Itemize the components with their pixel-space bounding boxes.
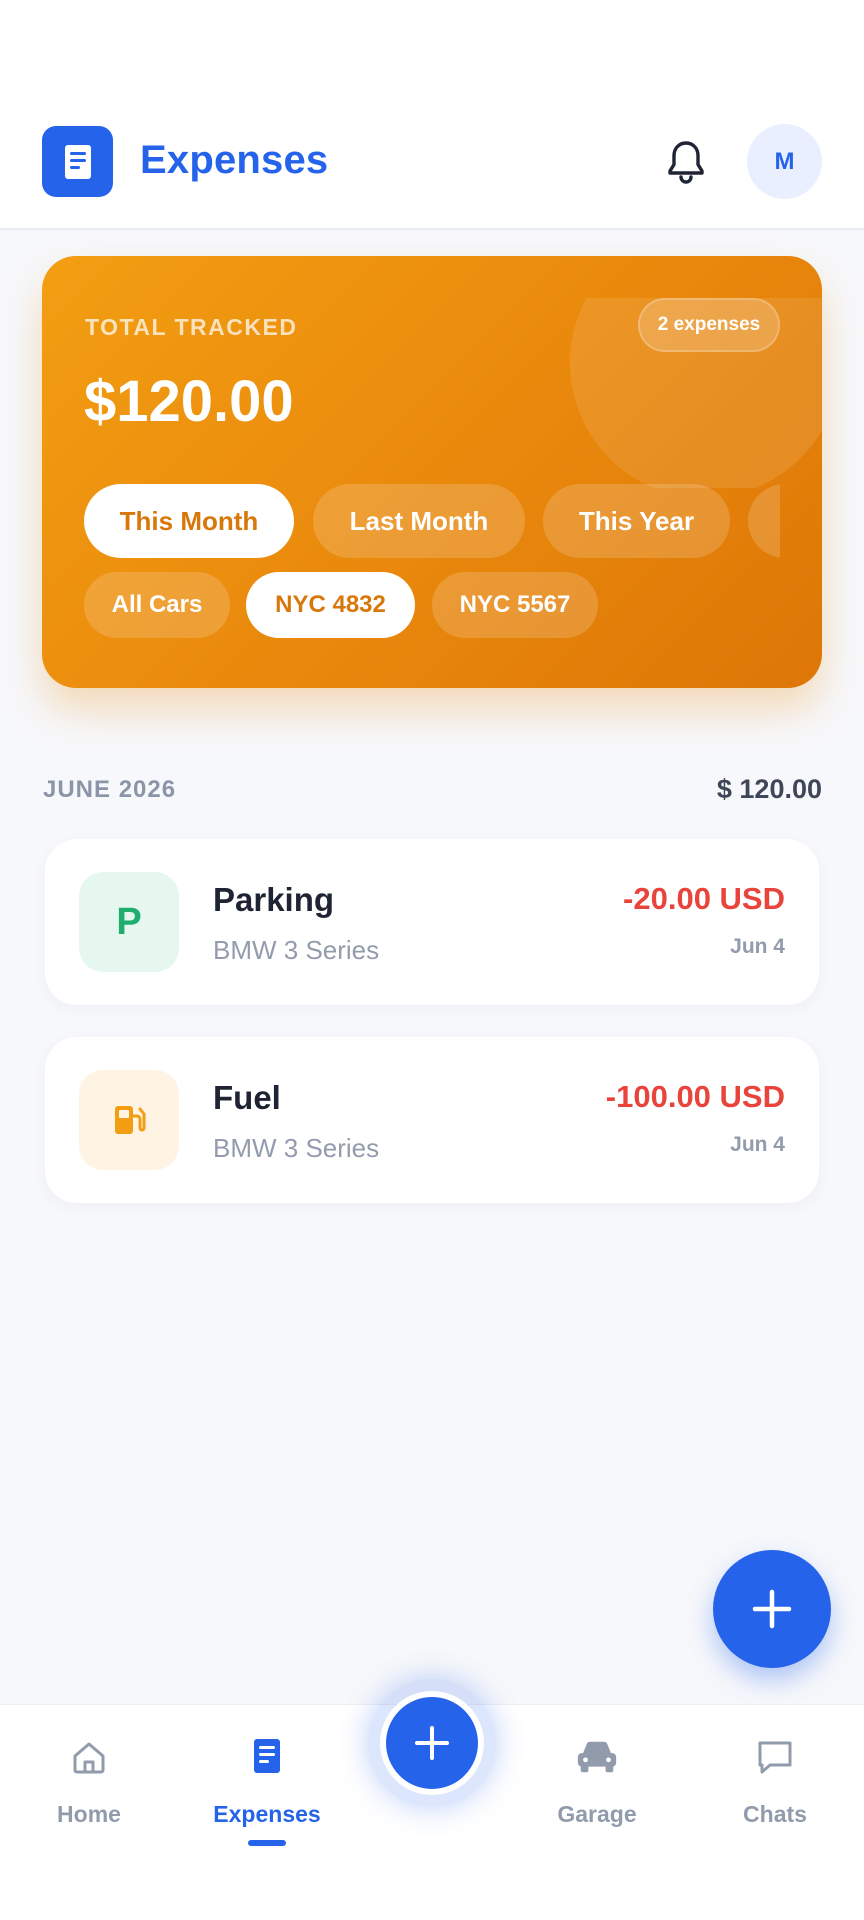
center-add-button[interactable] xyxy=(380,1691,484,1795)
expense-date: Jun 4 xyxy=(730,1133,785,1156)
expense-date: Jun 4 xyxy=(730,935,785,958)
nav-active-indicator xyxy=(248,1840,286,1846)
expense-amount: -20.00 USD xyxy=(623,881,785,916)
plus-icon xyxy=(415,1726,449,1760)
app-header: Expenses M xyxy=(0,0,864,230)
expense-item-fuel[interactable]: Fuel BMW 3 Series -100.00 USD Jun 4 xyxy=(45,1037,819,1203)
expense-title: Fuel xyxy=(213,1079,281,1116)
nav-item-chats[interactable]: Chats xyxy=(695,1705,855,1865)
expense-vehicle: BMW 3 Series xyxy=(213,935,380,965)
page-title: Expenses xyxy=(140,138,329,182)
month-label: JUNE 2026 xyxy=(43,776,177,803)
nav-label-expenses: Expenses xyxy=(213,1801,321,1827)
plus-icon xyxy=(752,1589,792,1629)
nav-item-garage[interactable]: Garage xyxy=(517,1705,677,1865)
period-chip-this-year[interactable]: This Year xyxy=(543,484,730,558)
period-chip-last-month[interactable]: Last Month xyxy=(313,484,525,558)
month-total: $ 120.00 xyxy=(716,774,822,804)
filter-chips: This Month Last Month This Year All Cars… xyxy=(42,256,780,688)
expense-amount: -100.00 USD xyxy=(605,1079,785,1114)
receipt-icon xyxy=(245,1735,289,1779)
parking-icon: P xyxy=(79,872,179,972)
fuel-pump-icon xyxy=(79,1070,179,1170)
summary-card: TOTAL TRACKED 2 expenses $120.00 This Mo… xyxy=(42,256,822,688)
home-icon xyxy=(67,1735,111,1779)
period-chip-this-month[interactable]: This Month xyxy=(84,484,294,558)
nav-label-home: Home xyxy=(57,1801,121,1827)
receipt-icon xyxy=(42,126,113,197)
avatar[interactable]: M xyxy=(747,124,822,199)
chat-icon xyxy=(753,1735,797,1779)
expense-item-parking[interactable]: P Parking BMW 3 Series -20.00 USD Jun 4 xyxy=(45,839,819,1005)
add-expense-fab[interactable] xyxy=(713,1550,831,1668)
expense-vehicle: BMW 3 Series xyxy=(213,1133,380,1163)
car-chip-all-cars[interactable]: All Cars xyxy=(84,572,230,638)
car-icon xyxy=(575,1735,619,1779)
bell-icon[interactable] xyxy=(660,136,712,188)
expense-title: Parking xyxy=(213,881,335,918)
nav-label-garage: Garage xyxy=(557,1801,637,1827)
nav-item-home[interactable]: Home xyxy=(9,1705,169,1865)
car-chip-nyc-4832[interactable]: NYC 4832 xyxy=(246,572,415,638)
nav-label-chats: Chats xyxy=(743,1801,807,1827)
car-chip-nyc-5567[interactable]: NYC 5567 xyxy=(432,572,598,638)
period-chip-more[interactable] xyxy=(748,484,780,558)
